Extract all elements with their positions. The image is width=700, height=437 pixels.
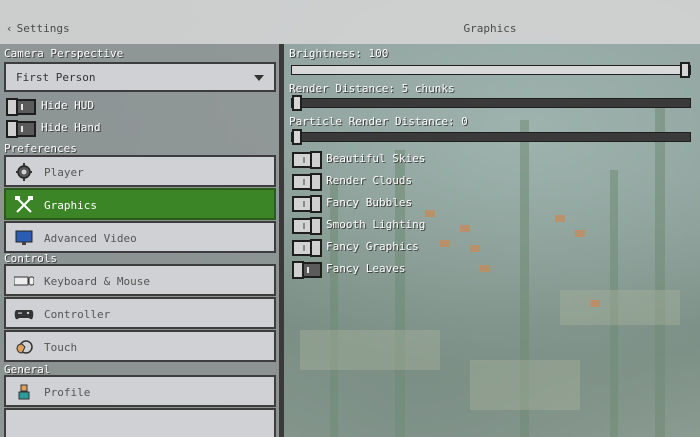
- nav-item-label: Controller: [44, 308, 111, 321]
- hide-hud-toggle[interactable]: [6, 98, 36, 116]
- fancy-bubbles-label: Fancy Bubbles: [326, 196, 413, 209]
- toggle-knob: [310, 151, 322, 169]
- page-title: Graphics: [463, 22, 517, 35]
- nav-item-player[interactable]: Player: [4, 155, 276, 187]
- slider-handle[interactable]: [292, 95, 302, 111]
- touch-icon: [16, 340, 33, 354]
- toggle-knob: [310, 173, 322, 191]
- beautiful-skies-toggle[interactable]: [292, 151, 322, 169]
- panel-divider[interactable]: [279, 44, 284, 437]
- nav-item-profile[interactable]: Profile: [4, 375, 276, 407]
- slider-handle[interactable]: [680, 62, 690, 78]
- fancy-graphics-label: Fancy Graphics: [326, 240, 419, 253]
- camera-perspective-dropdown[interactable]: First Person: [4, 62, 276, 92]
- section-preferences: Preferences: [4, 142, 77, 155]
- monitor-icon: [15, 230, 33, 245]
- gear-icon: [16, 163, 32, 181]
- toggle-knob: [310, 195, 322, 213]
- toggle-knob: [310, 239, 322, 257]
- hide-hand-toggle[interactable]: [6, 120, 36, 138]
- nav-item-label: Advanced Video: [44, 232, 137, 245]
- fancy-leaves-label: Fancy Leaves: [326, 262, 406, 275]
- brightness-label: Brightness: 100: [289, 47, 389, 60]
- slider-fill: [292, 66, 685, 74]
- nav-item-next[interactable]: [4, 408, 276, 437]
- nav-item-label: Player: [44, 166, 84, 179]
- tools-icon: [15, 196, 33, 213]
- nav-item-keyboard-mouse[interactable]: Keyboard & Mouse: [4, 264, 276, 296]
- top-bar: ‹ Settings Graphics: [0, 0, 700, 44]
- smooth-lighting-toggle[interactable]: [292, 217, 322, 235]
- toggle-knob: [292, 261, 304, 279]
- keyboard-mouse-icon: [14, 276, 34, 286]
- toggle-knob: [6, 120, 18, 138]
- beautiful-skies-label: Beautiful Skies: [326, 152, 426, 165]
- render-distance-slider[interactable]: [291, 95, 691, 111]
- nav-item-label: Graphics: [44, 199, 97, 212]
- nav-item-label: Touch: [44, 341, 78, 354]
- gamepad-icon: [14, 310, 34, 320]
- fancy-graphics-toggle[interactable]: [292, 239, 322, 257]
- render-clouds-toggle[interactable]: [292, 173, 322, 191]
- nav-item-label: Keyboard & Mouse: [44, 275, 150, 288]
- fancy-bubbles-toggle[interactable]: [292, 195, 322, 213]
- slider-handle[interactable]: [292, 129, 302, 145]
- nav-item-touch[interactable]: Touch: [4, 330, 276, 362]
- camera-perspective-label: Camera Perspective: [4, 47, 124, 60]
- hide-hud-label: Hide HUD: [41, 99, 94, 112]
- nav-item-controller[interactable]: Controller: [4, 297, 276, 329]
- particle-render-distance-label: Particle Render Distance: 0: [289, 115, 468, 128]
- toggle-knob: [310, 217, 322, 235]
- fancy-leaves-toggle[interactable]: [292, 261, 322, 279]
- nav-item-graphics[interactable]: Graphics: [4, 188, 276, 220]
- hide-hand-label: Hide Hand: [41, 121, 101, 134]
- smooth-lighting-label: Smooth Lighting: [326, 218, 426, 231]
- camera-perspective-value: First Person: [16, 71, 96, 84]
- brightness-slider[interactable]: [291, 62, 691, 78]
- particle-render-distance-slider[interactable]: [291, 129, 691, 145]
- nav-item-advanced-video[interactable]: Advanced Video: [4, 221, 276, 253]
- profile-icon: [18, 384, 30, 400]
- chevron-down-icon: [254, 75, 264, 81]
- toggle-knob: [6, 98, 18, 116]
- nav-item-label: Profile: [44, 386, 91, 399]
- render-clouds-label: Render Clouds: [326, 174, 413, 187]
- render-distance-label: Render Distance: 5 chunks: [289, 82, 455, 95]
